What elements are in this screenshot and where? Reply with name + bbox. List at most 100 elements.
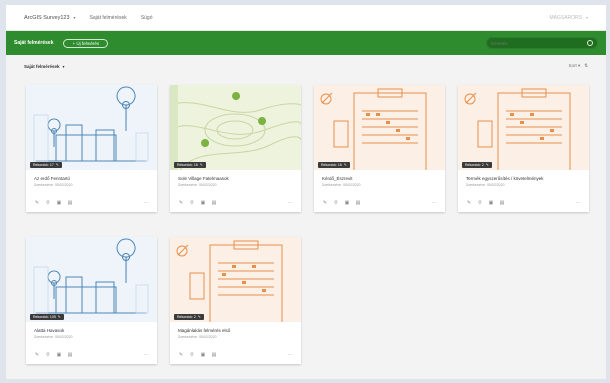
survey-title[interactable]: Termék egyszerűsítés / követelmények xyxy=(458,170,589,181)
survey-date: Szerkesztve: 05/02/2020 xyxy=(178,183,217,187)
new-survey-button[interactable]: + Új felmérés xyxy=(63,38,109,48)
survey-card[interactable]: Rekordok: 16 ✎ Kérdő_Észrevit Szerkesztv… xyxy=(314,85,445,212)
filter-dropdown[interactable]: Saját felmérések xyxy=(24,64,60,69)
survey-date: Szerkesztve: 05/02/2020 xyxy=(34,183,73,187)
edit-pencil-icon: ✎ xyxy=(57,315,61,319)
share-icon[interactable]: ⚲ xyxy=(333,201,339,206)
survey-title[interactable]: Az erdő Fenntartó xyxy=(26,170,157,181)
results-icon[interactable]: ▤ xyxy=(499,201,505,206)
card-actions: ✎ ⚲ ▣ ▤ ⋯ xyxy=(466,201,581,206)
survey-title[interactable]: Kérdő_Észrevit xyxy=(314,170,445,181)
record-count-label: Rekordok: 17 xyxy=(33,163,54,167)
results-icon[interactable]: ▤ xyxy=(67,353,73,358)
city-pins-icon[interactable]: Rekordok: 17 ✎ xyxy=(26,85,157,170)
edit-pencil-icon: ✎ xyxy=(485,163,489,167)
edit-pencil-icon: ✎ xyxy=(343,163,347,167)
survey-card[interactable]: Rekordok: 105 ✎ Alatta Havasok Szerkeszt… xyxy=(26,237,157,364)
card-actions: ✎ ⚲ ▣ ▤ ⋯ xyxy=(34,201,149,206)
collaborate-icon[interactable]: ▣ xyxy=(200,201,206,206)
app-title[interactable]: ArcGIS Survey123 xyxy=(24,15,70,21)
collaborate-icon[interactable]: ▣ xyxy=(56,353,62,358)
results-icon[interactable]: ▤ xyxy=(67,201,73,206)
edit-pencil-icon: ✎ xyxy=(199,163,203,167)
card-actions: ✎ ⚲ ▣ ▤ ⋯ xyxy=(34,353,149,358)
edit-icon[interactable]: ✎ xyxy=(178,353,184,358)
survey-card[interactable]: Rekordok: 2 ✎ Termék egyszerűsítés / köv… xyxy=(458,85,589,212)
record-count-label: Rekordok: 2 xyxy=(177,315,196,319)
city-pins-icon xyxy=(26,85,157,170)
survey-date: Szerkesztve: 05/02/2020 xyxy=(178,335,217,339)
chevron-down-icon[interactable]: ▾ xyxy=(586,15,588,20)
record-count-badge: Rekordok: 16 ✎ xyxy=(318,162,350,168)
collaborate-icon[interactable]: ▣ xyxy=(200,353,206,358)
edit-icon[interactable]: ✎ xyxy=(466,201,472,206)
nav-my-surveys[interactable]: Saját felmérések xyxy=(90,15,127,21)
survey-card-grid: Rekordok: 17 ✎ Az erdő Fenntartó Szerkes… xyxy=(26,85,591,364)
user-menu[interactable]: MAGSARORS xyxy=(549,15,582,21)
survey-card[interactable]: Rekordok: 16 ✎ Sole Village Fatelmaasok … xyxy=(170,85,301,212)
collaborate-icon[interactable]: ▣ xyxy=(344,201,350,206)
survey-title[interactable]: Alatta Havasok xyxy=(26,322,157,333)
results-icon[interactable]: ▤ xyxy=(355,201,361,206)
clipboard-form-icon[interactable]: Rekordok: 16 ✎ xyxy=(314,85,445,170)
more-icon[interactable]: ⋯ xyxy=(575,201,581,206)
more-icon[interactable]: ⋯ xyxy=(431,201,437,206)
more-icon[interactable]: ⋯ xyxy=(287,353,293,358)
more-icon[interactable]: ⋯ xyxy=(143,201,149,206)
top-navigation-bar: ArcGIS Survey123 ▾ Saját felmérések Súgó… xyxy=(6,5,606,31)
contour-map-icon[interactable]: Rekordok: 16 ✎ xyxy=(170,85,301,170)
results-icon[interactable]: ▤ xyxy=(211,353,217,358)
share-icon[interactable]: ⚲ xyxy=(45,201,51,206)
survey-date: Szerkesztve: 05/02/2020 xyxy=(34,335,73,339)
edit-pencil-icon: ✎ xyxy=(197,315,201,319)
share-icon[interactable]: ⚲ xyxy=(477,201,483,206)
record-count-badge: Rekordok: 17 ✎ xyxy=(30,162,62,168)
filter-bar: Saját felmérések ▾ Sort ▾ ⇅ xyxy=(6,59,606,73)
collaborate-icon[interactable]: ▣ xyxy=(488,201,494,206)
survey-date: Szerkesztve: 05/02/2020 xyxy=(466,183,505,187)
clipboard-form-icon xyxy=(314,85,445,170)
sort-icon[interactable]: ⇅ xyxy=(584,63,588,69)
edit-icon[interactable]: ✎ xyxy=(34,201,40,206)
edit-icon[interactable]: ✎ xyxy=(34,353,40,358)
surveys-header-bar: Saját felmérések + Új felmérés xyxy=(6,31,606,55)
more-icon[interactable]: ⋯ xyxy=(143,353,149,358)
search-icon[interactable] xyxy=(587,40,593,46)
record-count-label: Rekordok: 105 xyxy=(33,315,56,319)
card-actions: ✎ ⚲ ▣ ▤ ⋯ xyxy=(178,201,293,206)
card-actions: ✎ ⚲ ▣ ▤ ⋯ xyxy=(322,201,437,206)
city-pins-icon xyxy=(26,237,157,322)
clipboard-form-icon[interactable]: Rekordok: 2 ✎ xyxy=(458,85,589,170)
survey-date: Szerkesztve: 05/02/2020 xyxy=(322,183,361,187)
collaborate-icon[interactable]: ▣ xyxy=(56,201,62,206)
record-count-badge: Rekordok: 16 ✎ xyxy=(174,162,206,168)
search-input[interactable] xyxy=(491,40,587,46)
chevron-down-icon[interactable]: ▾ xyxy=(74,15,76,20)
share-icon[interactable]: ⚲ xyxy=(45,353,51,358)
card-actions: ✎ ⚲ ▣ ▤ ⋯ xyxy=(178,353,293,358)
results-icon[interactable]: ▤ xyxy=(211,201,217,206)
record-count-badge: Rekordok: 2 ✎ xyxy=(462,162,492,168)
sort-dropdown[interactable]: Sort ▾ xyxy=(568,63,580,69)
edit-pencil-icon: ✎ xyxy=(55,163,59,167)
survey-title[interactable]: Sole Village Fatelmaasok xyxy=(170,170,301,181)
clipboard-form-icon[interactable]: Rekordok: 2 ✎ xyxy=(170,237,301,322)
survey-card[interactable]: Rekordok: 2 ✎ Magánlakás felmérés első S… xyxy=(170,237,301,364)
record-count-label: Rekordok: 2 xyxy=(465,163,484,167)
record-count-label: Rekordok: 16 xyxy=(321,163,342,167)
share-icon[interactable]: ⚲ xyxy=(189,353,195,358)
record-count-badge: Rekordok: 105 ✎ xyxy=(30,314,64,320)
chevron-down-icon[interactable]: ▾ xyxy=(63,64,65,69)
edit-icon[interactable]: ✎ xyxy=(322,201,328,206)
clipboard-form-icon xyxy=(170,237,301,322)
more-icon[interactable]: ⋯ xyxy=(287,201,293,206)
survey-title[interactable]: Magánlakás felmérés első xyxy=(170,322,301,333)
nav-help[interactable]: Súgó xyxy=(141,15,153,21)
page-title: Saját felmérések xyxy=(14,40,54,46)
share-icon[interactable]: ⚲ xyxy=(189,201,195,206)
survey-card[interactable]: Rekordok: 17 ✎ Az erdő Fenntartó Szerkes… xyxy=(26,85,157,212)
edit-icon[interactable]: ✎ xyxy=(178,201,184,206)
record-count-badge: Rekordok: 2 ✎ xyxy=(174,314,204,320)
search-box[interactable] xyxy=(486,37,598,49)
city-pins-icon[interactable]: Rekordok: 105 ✎ xyxy=(26,237,157,322)
